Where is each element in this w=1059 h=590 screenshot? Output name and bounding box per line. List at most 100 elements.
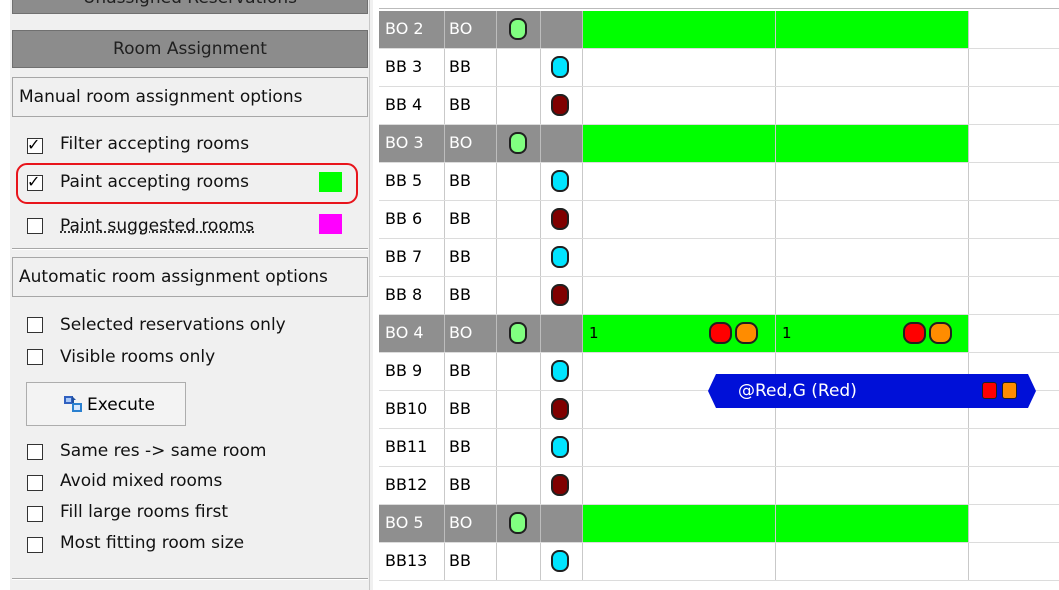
- avoid-mixed-rooms-checkbox[interactable]: [27, 475, 43, 491]
- most-fitting-room-size-label: Most fitting room size: [60, 533, 245, 553]
- day-cell[interactable]: [776, 277, 969, 314]
- room-status-cell: [497, 277, 541, 314]
- room-clean-cell: [541, 239, 583, 276]
- day-cell[interactable]: [776, 429, 969, 466]
- room-status-cell: [497, 125, 541, 162]
- room-name: BO 5: [379, 505, 445, 542]
- available-status-icon: [509, 322, 527, 344]
- day-cell[interactable]: [969, 125, 1059, 162]
- day-cell[interactable]: [583, 239, 776, 276]
- room-type: BB: [445, 239, 497, 276]
- day-cell[interactable]: [969, 201, 1059, 238]
- day-cell[interactable]: [583, 125, 776, 162]
- room-name: BB 9: [379, 353, 445, 390]
- day-cell[interactable]: [776, 201, 969, 238]
- fill-large-rooms-first-checkbox[interactable]: [27, 506, 43, 522]
- paint-suggested-rooms-label: Paint suggested rooms: [60, 216, 255, 236]
- room-row[interactable]: BB 4 BB: [379, 87, 1059, 125]
- day-cell[interactable]: [969, 49, 1059, 86]
- day-cell[interactable]: [583, 11, 776, 48]
- selected-reservations-only-label: Selected reservations only: [60, 315, 286, 335]
- accepting-color-swatch[interactable]: [319, 172, 342, 192]
- room-type: BB: [445, 87, 497, 124]
- room-name: BB10: [379, 391, 445, 428]
- day-cell[interactable]: 1: [776, 315, 969, 352]
- paint-suggested-rooms-checkbox[interactable]: [27, 218, 43, 234]
- day-cell[interactable]: [969, 505, 1059, 542]
- room-row[interactable]: BB 6 BB: [379, 201, 1059, 239]
- room-row[interactable]: BO 3 BO: [379, 125, 1059, 163]
- room-row[interactable]: BB12 BB: [379, 467, 1059, 505]
- room-name: BO 2: [379, 11, 445, 48]
- day-cell[interactable]: [583, 467, 776, 504]
- day-cell[interactable]: [776, 467, 969, 504]
- day-cell[interactable]: [969, 467, 1059, 504]
- room-status-cell: [497, 391, 541, 428]
- room-name: BO 3: [379, 125, 445, 162]
- filter-accepting-rooms-checkbox[interactable]: ✓: [27, 135, 43, 154]
- unassigned-reservations-tab[interactable]: Unassigned Reservations: [12, 0, 368, 14]
- clean-status-icon: [551, 550, 569, 572]
- room-row[interactable]: BO 4 BO 1 1: [379, 315, 1059, 353]
- room-clean-cell: [541, 163, 583, 200]
- day-cell[interactable]: [583, 505, 776, 542]
- day-cell[interactable]: [776, 11, 969, 48]
- day-cell[interactable]: [969, 315, 1059, 352]
- available-status-icon: [509, 512, 527, 534]
- orange-status-icon: [929, 322, 952, 344]
- suggested-color-swatch[interactable]: [319, 214, 342, 234]
- day-cell[interactable]: [969, 11, 1059, 48]
- room-row[interactable]: BB 8 BB: [379, 277, 1059, 315]
- day-cell[interactable]: [969, 429, 1059, 466]
- same-res-same-room-checkbox[interactable]: [27, 444, 43, 460]
- room-type: BO: [445, 125, 497, 162]
- day-cell[interactable]: [776, 49, 969, 86]
- day-cell[interactable]: [969, 277, 1059, 314]
- room-row[interactable]: BB 3 BB: [379, 49, 1059, 87]
- room-row[interactable]: BB11 BB: [379, 429, 1059, 467]
- day-cell[interactable]: [776, 87, 969, 124]
- day-cell[interactable]: [776, 543, 969, 580]
- room-name: BB12: [379, 467, 445, 504]
- day-cell[interactable]: [583, 201, 776, 238]
- same-res-same-room-label: Same res -> same room: [60, 441, 267, 461]
- occupancy-count: 1: [782, 324, 792, 342]
- day-cell[interactable]: [583, 429, 776, 466]
- room-type: BB: [445, 391, 497, 428]
- paint-accepting-rooms-checkbox[interactable]: ✓: [27, 172, 43, 191]
- day-cell[interactable]: [776, 125, 969, 162]
- room-type: BO: [445, 505, 497, 542]
- room-status-cell: [497, 543, 541, 580]
- room-row[interactable]: BO 5 BO: [379, 505, 1059, 543]
- room-row[interactable]: BB13 BB: [379, 543, 1059, 581]
- most-fitting-room-size-checkbox[interactable]: [27, 537, 43, 553]
- room-status-cell: [497, 49, 541, 86]
- room-row[interactable]: BB 5 BB: [379, 163, 1059, 201]
- day-cell[interactable]: [583, 543, 776, 580]
- day-cell[interactable]: [776, 239, 969, 276]
- reservation-bar[interactable]: @Red,G (Red): [708, 374, 1036, 408]
- room-name: BB 7: [379, 239, 445, 276]
- day-cell[interactable]: 1: [583, 315, 776, 352]
- day-cell[interactable]: [583, 277, 776, 314]
- day-cell[interactable]: [969, 87, 1059, 124]
- room-type: BB: [445, 353, 497, 390]
- selected-reservations-only-checkbox[interactable]: [27, 317, 43, 333]
- day-cell[interactable]: [583, 87, 776, 124]
- dirty-status-icon: [551, 398, 569, 420]
- room-row[interactable]: BB 7 BB: [379, 239, 1059, 277]
- execute-button[interactable]: Execute: [26, 382, 186, 426]
- room-type: BO: [445, 11, 497, 48]
- day-cell[interactable]: [583, 49, 776, 86]
- room-row[interactable]: BO 2 BO: [379, 11, 1059, 49]
- day-cell[interactable]: [969, 543, 1059, 580]
- room-status-cell: [497, 11, 541, 48]
- room-assignment-header[interactable]: Room Assignment: [12, 30, 368, 68]
- day-cell[interactable]: [969, 239, 1059, 276]
- visible-rooms-only-checkbox[interactable]: [27, 349, 43, 365]
- day-cell[interactable]: [776, 505, 969, 542]
- day-cell[interactable]: [776, 163, 969, 200]
- day-cell[interactable]: [969, 163, 1059, 200]
- red-status-icon: [982, 382, 997, 399]
- day-cell[interactable]: [583, 163, 776, 200]
